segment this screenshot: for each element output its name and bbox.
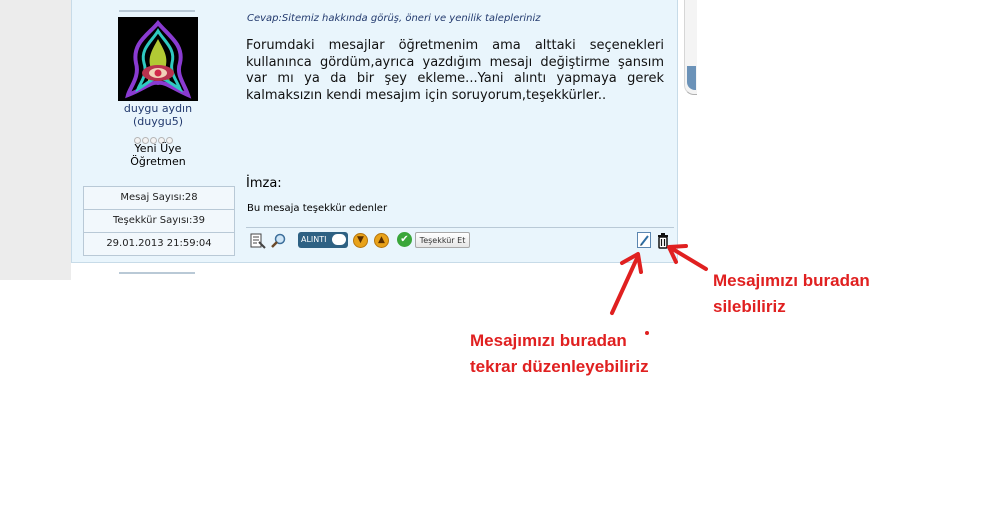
thank-button[interactable]: Teşekkür Et — [415, 232, 470, 248]
quote-label: ALINTI — [301, 235, 327, 244]
delete-annotation: Mesajımızı buradan silebiliriz — [713, 268, 870, 320]
post-subject[interactable]: Cevap:Sitemiz hakkında görüş, öneri ve y… — [247, 13, 541, 24]
toolbar-divider — [246, 227, 674, 228]
edit-annotation: Mesajımızı buradan tekrar düzenleyebilir… — [470, 328, 649, 380]
user-separator-top — [119, 10, 195, 12]
edit-annotation-line1: Mesajımızı buradan — [470, 331, 627, 350]
user-title: Öğretmen — [130, 155, 186, 168]
vote-up-icon[interactable]: ▲ — [374, 233, 389, 248]
thanks-count: Teşekkür Sayısı:39 — [84, 210, 234, 233]
user-name[interactable]: duygu aydın — [72, 102, 244, 115]
vote-down-icon[interactable]: ▼ — [353, 233, 368, 248]
approve-icon[interactable]: ✔ — [397, 232, 412, 247]
delete-icon[interactable] — [655, 232, 671, 249]
speech-bubble-icon — [332, 234, 346, 245]
quote-button[interactable]: ALINTI — [298, 232, 348, 248]
avatar-flame-eye-image — [125, 19, 192, 99]
signature-label: İmza: — [246, 176, 282, 191]
edit-icon[interactable] — [637, 232, 651, 248]
user-login[interactable]: (duygu5) — [72, 115, 244, 128]
avatar[interactable] — [118, 17, 198, 101]
edit-annotation-line2: tekrar düzenleyebiliriz — [470, 357, 649, 376]
left-gray-panel — [0, 0, 71, 280]
right-scroll-frame — [684, 0, 697, 95]
rank-stars — [134, 129, 184, 144]
user-rank: Yeni Üye — [134, 142, 182, 155]
user-separator-bottom — [119, 272, 195, 274]
delete-annotation-line2: silebiliriz — [713, 297, 786, 316]
search-icon[interactable] — [271, 233, 287, 253]
delete-annotation-line1: Mesajımızı buradan — [713, 271, 870, 290]
post-count: Mesaj Sayısı:28 — [84, 187, 234, 210]
user-stats: Mesaj Sayısı:28 Teşekkür Sayısı:39 29.01… — [83, 186, 235, 256]
post-date: 29.01.2013 21:59:04 — [84, 233, 234, 255]
edit-arrow-icon — [610, 254, 640, 315]
thanks-label: Bu mesaja teşekkür edenler — [247, 203, 388, 214]
post-message: Forumdaki mesajlar öğretmenim ama alttak… — [246, 38, 664, 103]
report-icon[interactable] — [250, 233, 266, 253]
